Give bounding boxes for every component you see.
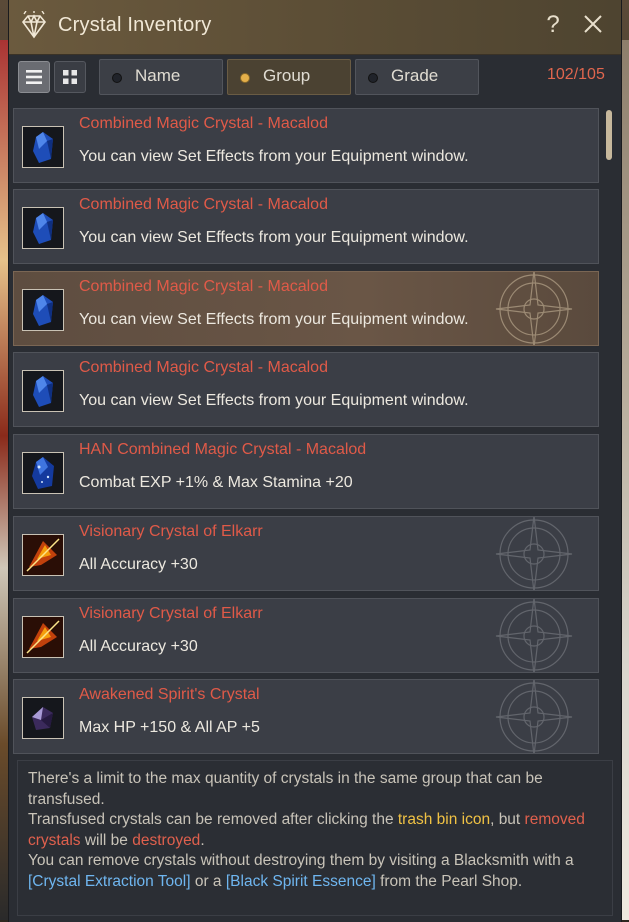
scrollbar-thumb[interactable] xyxy=(606,110,612,160)
list-item-selected[interactable]: Combined Magic Crystal - Macalod You can… xyxy=(13,271,599,346)
info-text: will be xyxy=(80,831,133,849)
blue-crystal-icon xyxy=(22,207,64,249)
item-description: You can view Set Effects from your Equip… xyxy=(79,229,469,246)
item-description: You can view Set Effects from your Equip… xyxy=(79,148,469,165)
info-panel: There's a limit to the max quantity of c… xyxy=(17,760,613,916)
list-item[interactable]: Combined Magic Crystal - Macalod You can… xyxy=(13,352,599,427)
item-name: Combined Magic Crystal - Macalod xyxy=(79,278,328,295)
sort-grade-button[interactable]: Grade xyxy=(355,59,479,95)
item-description: All Accuracy +30 xyxy=(79,556,198,573)
info-text: or a xyxy=(190,872,226,890)
sort-grade-label: Grade xyxy=(391,66,439,85)
sort-name-button[interactable]: Name xyxy=(99,59,223,95)
item-name: Combined Magic Crystal - Macalod xyxy=(79,196,328,213)
info-text: from the Pearl Shop. xyxy=(375,872,523,890)
list-item[interactable]: Combined Magic Crystal - Macalod You can… xyxy=(13,189,599,264)
item-description: You can view Set Effects from your Equip… xyxy=(79,311,469,328)
list-item[interactable]: Awakened Spirit's Crystal Max HP +150 & … xyxy=(13,679,599,754)
item-name: Combined Magic Crystal - Macalod xyxy=(79,115,328,132)
info-text: Transfused crystals can be removed after… xyxy=(28,811,398,828)
radio-dot xyxy=(112,73,122,83)
sort-group-label: Group xyxy=(263,66,311,85)
blue-crystal-icon xyxy=(22,370,64,412)
crystal-count: 102/105 xyxy=(547,66,605,83)
help-button[interactable]: ? xyxy=(541,11,565,39)
sort-name-label: Name xyxy=(135,66,181,85)
info-text: . xyxy=(200,831,205,849)
close-icon[interactable] xyxy=(581,12,605,36)
black-spirit-essence-link[interactable]: [Black Spirit Essence] xyxy=(226,873,376,890)
fire-crystal-icon xyxy=(22,616,64,658)
scrollbar[interactable] xyxy=(605,110,613,755)
han-crystal-icon xyxy=(22,452,64,494)
compass-emblem-icon xyxy=(495,680,573,753)
crystal-inventory-window: Crystal Inventory ? Name Group Grade 102… xyxy=(8,0,622,922)
item-name: Combined Magic Crystal - Macalod xyxy=(79,359,328,376)
list-item[interactable]: Visionary Crystal of Elkarr All Accuracy… xyxy=(13,516,599,591)
list-icon xyxy=(26,70,42,84)
item-name: Awakened Spirit's Crystal xyxy=(79,686,260,703)
blue-crystal-icon xyxy=(22,126,64,168)
list-item[interactable]: HAN Combined Magic Crystal - Macalod Com… xyxy=(13,434,599,509)
compass-emblem-icon xyxy=(495,599,573,672)
list-view-button[interactable] xyxy=(18,61,50,93)
info-text: , but xyxy=(490,811,525,828)
item-description: Max HP +150 & All AP +5 xyxy=(79,719,260,736)
item-name: Visionary Crystal of Elkarr xyxy=(79,523,263,540)
item-description: You can view Set Effects from your Equip… xyxy=(79,392,469,409)
grid-icon xyxy=(63,70,77,84)
crystal-extraction-tool-link[interactable]: [Crystal Extraction Tool] xyxy=(28,873,191,890)
item-description: Combat EXP +1% & Max Stamina +20 xyxy=(79,474,353,491)
compass-emblem-icon xyxy=(495,517,573,590)
purple-crystal-icon xyxy=(22,697,64,739)
diamond-icon xyxy=(21,11,47,39)
fire-crystal-icon xyxy=(22,534,64,576)
list-item[interactable]: Visionary Crystal of Elkarr All Accuracy… xyxy=(13,598,599,673)
compass-emblem-icon xyxy=(495,272,573,345)
title-bar[interactable]: Crystal Inventory ? xyxy=(9,0,621,55)
info-highlight: trash bin icon xyxy=(397,811,491,828)
crystal-list: Combined Magic Crystal - Macalod You can… xyxy=(13,108,601,754)
info-highlight: destroyed xyxy=(132,831,201,849)
info-text: You can remove crystals without destroyi… xyxy=(28,852,574,869)
item-name: Visionary Crystal of Elkarr xyxy=(79,605,263,622)
item-name: HAN Combined Magic Crystal - Macalod xyxy=(79,441,367,458)
window-title: Crystal Inventory xyxy=(58,14,212,36)
list-item[interactable]: Combined Magic Crystal - Macalod You can… xyxy=(13,108,599,183)
blue-crystal-icon xyxy=(22,289,64,331)
sort-group-button[interactable]: Group xyxy=(227,59,351,95)
grid-view-button[interactable] xyxy=(54,61,86,93)
radio-dot xyxy=(240,73,250,83)
item-description: All Accuracy +30 xyxy=(79,638,198,655)
radio-dot xyxy=(368,73,378,83)
info-text: There's a limit to the max quantity of c… xyxy=(28,770,543,808)
